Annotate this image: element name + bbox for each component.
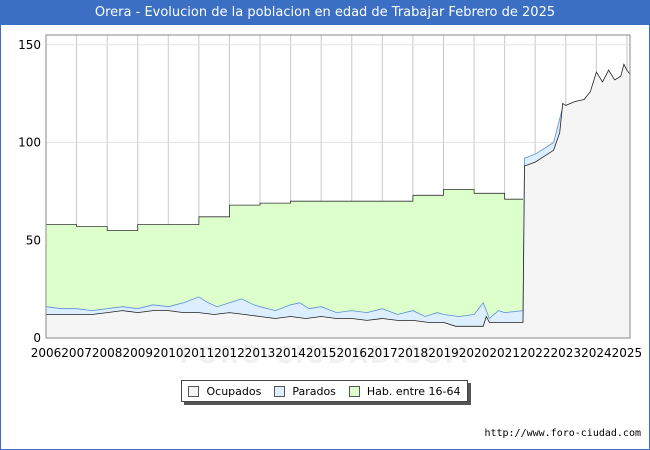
legend-swatch-parados	[274, 385, 286, 397]
y-tick-label-50: 50	[26, 233, 41, 247]
legend-item-hab: Hab. entre 16-64	[348, 384, 461, 398]
y-tick-label-150: 150	[18, 38, 41, 52]
legend-swatch-ocupados	[188, 385, 200, 397]
legend-label-parados: Parados	[292, 384, 336, 398]
chart-frame: Orera - Evolucion de la poblacion en eda…	[0, 0, 650, 450]
footer-url: http://www.foro-ciudad.com	[484, 428, 641, 439]
legend-item-ocupados: Ocupados	[188, 385, 261, 398]
series-areas	[45, 63, 631, 339]
legend-label-hab: Hab. entre 16-64	[366, 384, 461, 398]
legend: Ocupados Parados Hab. entre 16-64	[181, 380, 468, 402]
y-tick-label-100: 100	[18, 136, 41, 150]
watermark: FORO-CIUDAD.COM	[179, 341, 471, 369]
legend-swatch-hab	[348, 385, 360, 397]
legend-item-parados: Parados	[274, 385, 336, 398]
legend-label-ocupados: Ocupados	[206, 384, 262, 398]
